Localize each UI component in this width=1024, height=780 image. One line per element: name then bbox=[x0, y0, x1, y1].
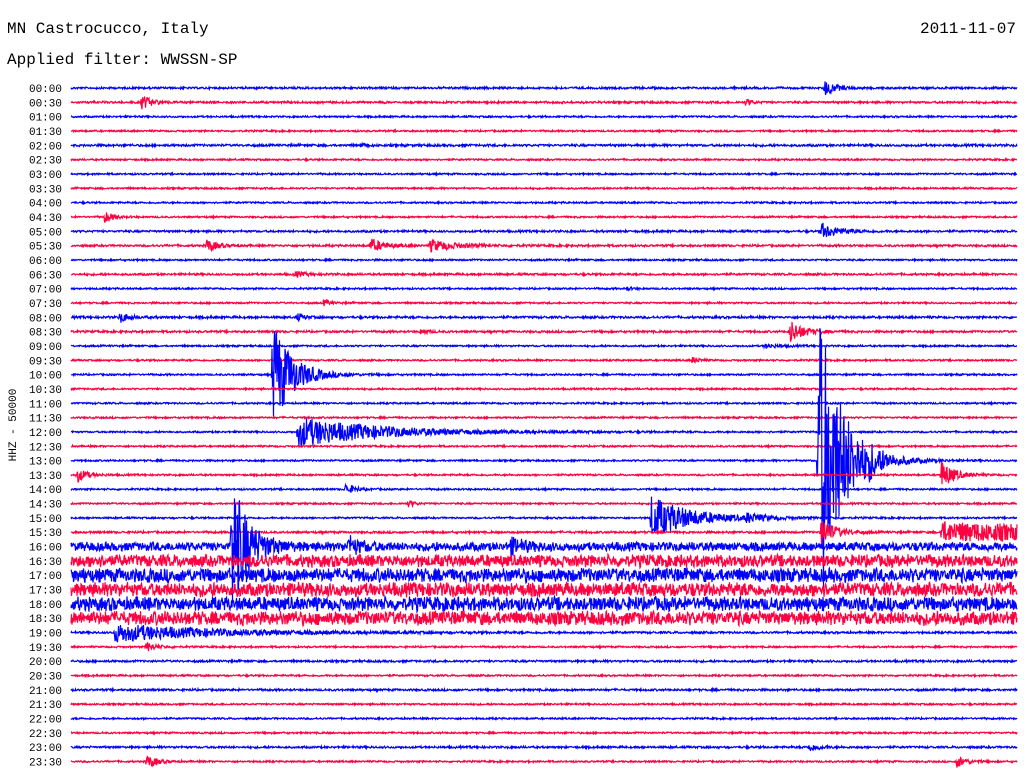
time-tick-label: 15:00 bbox=[29, 514, 62, 526]
time-tick-label: 03:30 bbox=[29, 184, 62, 196]
trace-1630 bbox=[70, 552, 1018, 570]
time-tick-label: 21:00 bbox=[29, 686, 62, 698]
trace-0030 bbox=[70, 96, 1018, 110]
time-tick-label: 10:30 bbox=[29, 385, 62, 397]
time-tick-label: 23:00 bbox=[29, 743, 62, 755]
time-tick-label: 22:00 bbox=[29, 715, 62, 727]
trace-0130 bbox=[70, 128, 1018, 134]
time-tick-label: 15:30 bbox=[29, 528, 62, 540]
trace-2100 bbox=[70, 686, 1018, 694]
time-tick-label: 13:30 bbox=[29, 471, 62, 483]
trace-1700 bbox=[70, 566, 1018, 585]
time-tick-label: 12:00 bbox=[29, 428, 62, 440]
trace-0830 bbox=[70, 321, 1018, 342]
time-tick-label: 22:30 bbox=[29, 729, 62, 741]
trace-1130 bbox=[70, 414, 1017, 421]
trace-1730 bbox=[70, 580, 1018, 599]
time-tick-label: 06:30 bbox=[29, 270, 62, 282]
trace-1900 bbox=[70, 624, 1018, 643]
trace-0200 bbox=[70, 141, 1018, 149]
trace-0630 bbox=[70, 270, 1018, 278]
trace-1430 bbox=[70, 500, 1017, 509]
time-tick-label: 10:00 bbox=[29, 371, 62, 383]
y-axis-label: HHZ - 50000 bbox=[8, 389, 20, 462]
time-tick-label: 07:30 bbox=[29, 299, 62, 311]
trace-0100 bbox=[70, 113, 1018, 120]
trace-0500 bbox=[70, 222, 1018, 238]
time-tick-label: 17:30 bbox=[29, 586, 62, 598]
time-tick-label: 23:30 bbox=[29, 758, 62, 770]
trace-1100 bbox=[70, 400, 1018, 407]
time-tick-label: 00:30 bbox=[29, 98, 62, 110]
trace-2230 bbox=[70, 729, 1018, 736]
time-tick-label: 01:00 bbox=[29, 113, 62, 125]
time-tick-label: 18:00 bbox=[29, 600, 62, 612]
time-tick-label: 13:00 bbox=[29, 457, 62, 469]
trace-0700 bbox=[70, 285, 1018, 292]
trace-2130 bbox=[70, 701, 1018, 707]
trace-1930 bbox=[70, 642, 1018, 652]
trace-0300 bbox=[70, 170, 1017, 177]
time-tick-label: 03:00 bbox=[29, 170, 62, 182]
time-tick-label: 05:30 bbox=[29, 242, 62, 254]
time-tick-label: 17:00 bbox=[29, 571, 62, 583]
time-tick-label: 04:30 bbox=[29, 213, 62, 225]
time-tick-label: 19:30 bbox=[29, 643, 62, 655]
trace-1030 bbox=[70, 386, 1018, 392]
time-tick-label: 14:00 bbox=[29, 485, 62, 497]
time-tick-label: 14:30 bbox=[29, 500, 62, 512]
time-tick-label: 21:30 bbox=[29, 700, 62, 712]
trace-2000 bbox=[70, 657, 1018, 665]
trace-1500 bbox=[70, 496, 1018, 534]
trace-0600 bbox=[70, 257, 1018, 263]
trace-1830 bbox=[70, 609, 1018, 628]
trace-0730 bbox=[70, 298, 1018, 307]
time-tick-label: 00:00 bbox=[29, 84, 62, 96]
time-tick-label: 02:00 bbox=[29, 141, 62, 153]
time-tick-label: 20:30 bbox=[29, 672, 62, 684]
trace-1400 bbox=[70, 482, 1018, 493]
trace-1230 bbox=[70, 443, 1018, 450]
trace-0530 bbox=[70, 238, 1018, 253]
trace-2030 bbox=[70, 672, 1018, 679]
trace-1200 bbox=[71, 418, 1018, 448]
time-tick-label: 18:30 bbox=[29, 614, 62, 626]
trace-0430 bbox=[70, 212, 1018, 223]
helicorder-plot: HHZ - 50000 00:00 00:30 01:00 01:30 02:00 02:… bbox=[8, 81, 1018, 770]
time-tick-label: 16:00 bbox=[29, 543, 62, 555]
time-tick-label: 19:00 bbox=[29, 629, 62, 641]
time-tick-label: 08:30 bbox=[29, 328, 62, 340]
time-tick-label: 09:00 bbox=[29, 342, 62, 354]
time-tick-label: 06:00 bbox=[29, 256, 62, 268]
trace-0900 bbox=[70, 342, 1018, 350]
time-tick-label: 08:00 bbox=[29, 313, 62, 325]
trace-0930 bbox=[70, 356, 1018, 364]
trace-1800 bbox=[70, 594, 1018, 615]
trace-2300 bbox=[70, 743, 1018, 752]
trace-0000 bbox=[70, 81, 1018, 96]
time-tick-label: 07:00 bbox=[29, 285, 62, 297]
time-tick-label: 16:30 bbox=[29, 557, 62, 569]
trace-2330 bbox=[70, 755, 1018, 768]
trace-2200 bbox=[70, 715, 1018, 722]
time-tick-label: 02:30 bbox=[29, 156, 62, 168]
time-tick-label: 09:30 bbox=[29, 356, 62, 368]
time-tick-label: 01:30 bbox=[29, 127, 62, 139]
time-tick-label: 12:30 bbox=[29, 442, 62, 454]
trace-0230 bbox=[70, 156, 1017, 163]
trace-0800 bbox=[70, 312, 1018, 323]
trace-0400 bbox=[70, 199, 1018, 206]
time-tick-label: 05:00 bbox=[29, 227, 62, 239]
trace-0330 bbox=[70, 185, 1018, 192]
time-tick-label: 04:00 bbox=[29, 199, 62, 211]
time-tick-label: 20:00 bbox=[29, 657, 62, 669]
time-tick-label: 11:30 bbox=[29, 414, 62, 426]
time-tick-label: 11:00 bbox=[29, 399, 62, 411]
